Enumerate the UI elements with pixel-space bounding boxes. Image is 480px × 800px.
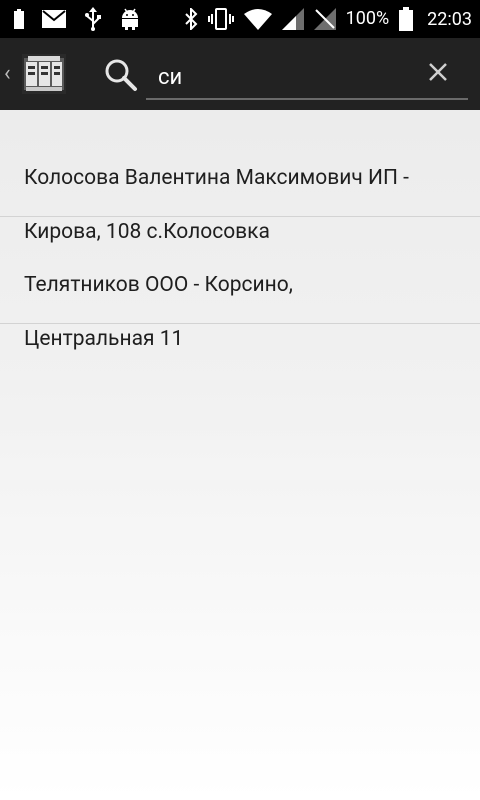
android-icon (122, 8, 138, 30)
battery-small-icon (14, 9, 24, 29)
mail-icon (42, 10, 66, 28)
wifi-icon (243, 9, 272, 30)
list-item[interactable]: Телятников ООО - Корсино, Центральная 11 (0, 217, 480, 351)
system-icons: 100% 22:03 (184, 0, 472, 38)
up-navigation-button[interactable]: ‹ (0, 38, 70, 110)
list-item-line1: Телятников ООО - Корсино, (24, 273, 293, 297)
search-icon (105, 59, 137, 91)
close-icon[interactable] (424, 58, 452, 86)
chevron-left-icon: ‹ (4, 61, 11, 86)
list-item-text: Телятников ООО - Корсино, Центральная 11 (24, 245, 456, 380)
notification-icons (14, 0, 140, 38)
bluetooth-icon (184, 8, 198, 30)
list-item-line2: Центральная 11 (24, 327, 184, 351)
battery-percent: 100% (345, 8, 390, 29)
vibrate-icon (207, 8, 234, 30)
no-sim-icon (313, 8, 336, 30)
clock: 22:03 (427, 8, 472, 30)
action-bar: ‹ (0, 38, 480, 110)
usb-icon (85, 7, 101, 31)
battery-icon (399, 7, 414, 31)
list-item[interactable]: Колосова Валентина Максимович ИП - Киров… (0, 110, 480, 244)
status-bar: 100% 22:03 (0, 0, 480, 38)
list-item-line1: Колосова Валентина Максимович ИП - (24, 166, 409, 190)
search-input[interactable] (158, 62, 408, 92)
app-logo-icon (22, 54, 66, 94)
search-results-list: Колосова Валентина Максимович ИП - Киров… (0, 110, 480, 800)
search-field[interactable] (146, 56, 468, 100)
signal-icon (281, 8, 304, 30)
